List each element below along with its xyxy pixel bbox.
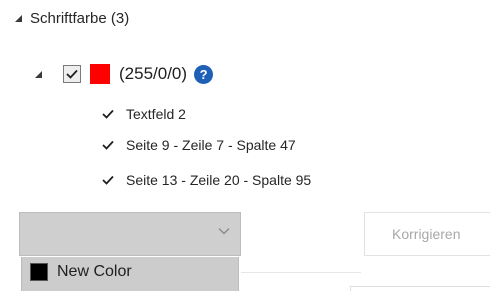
item-label: Seite 13 - Zeile 20 - Spalte 95 [126, 172, 312, 188]
dropdown-option-new-color[interactable]: New Color [30, 263, 132, 281]
item-checkbox[interactable] [101, 107, 115, 121]
collapse-triangle-icon[interactable] [14, 14, 23, 23]
checkmark-icon [102, 175, 114, 185]
color-group-row[interactable]: (255/0/0) ? [34, 64, 214, 84]
divider [241, 272, 361, 273]
item-label: Seite 9 - Zeile 7 - Spalte 47 [126, 137, 296, 153]
font-color-panel: Schriftfarbe (3) (255/0/0) ? Textfeld 2 [0, 0, 490, 291]
chevron-down-icon[interactable] [218, 227, 230, 235]
section-header[interactable]: Schriftfarbe (3) [14, 10, 129, 27]
item-checkbox[interactable] [101, 138, 115, 152]
color-dropdown-list: New Color [21, 257, 239, 291]
list-item[interactable]: Seite 13 - Zeile 20 - Spalte 95 [101, 172, 311, 188]
list-item[interactable]: Seite 9 - Zeile 7 - Spalte 47 [101, 137, 296, 153]
color-dropdown[interactable] [19, 212, 241, 256]
bottom-panel-edge [350, 286, 490, 291]
checkmark-icon [102, 109, 114, 119]
item-label: Textfeld 2 [126, 106, 186, 122]
list-item[interactable]: Textfeld 2 [101, 106, 186, 122]
color-group-checkbox[interactable] [63, 65, 81, 83]
color-value-label: (255/0/0) [119, 64, 188, 83]
question-mark-icon[interactable]: ? [194, 64, 214, 84]
section-label: Schriftfarbe (3) [30, 10, 130, 27]
checkmark-icon [66, 69, 78, 79]
color-swatch [90, 64, 110, 84]
correct-button[interactable]: Korrigieren [364, 212, 490, 256]
color-swatch [30, 263, 48, 281]
item-checkbox[interactable] [101, 173, 115, 187]
collapse-triangle-icon[interactable] [34, 70, 43, 79]
checkmark-icon [102, 140, 114, 150]
dropdown-option-label: New Color [57, 263, 132, 280]
